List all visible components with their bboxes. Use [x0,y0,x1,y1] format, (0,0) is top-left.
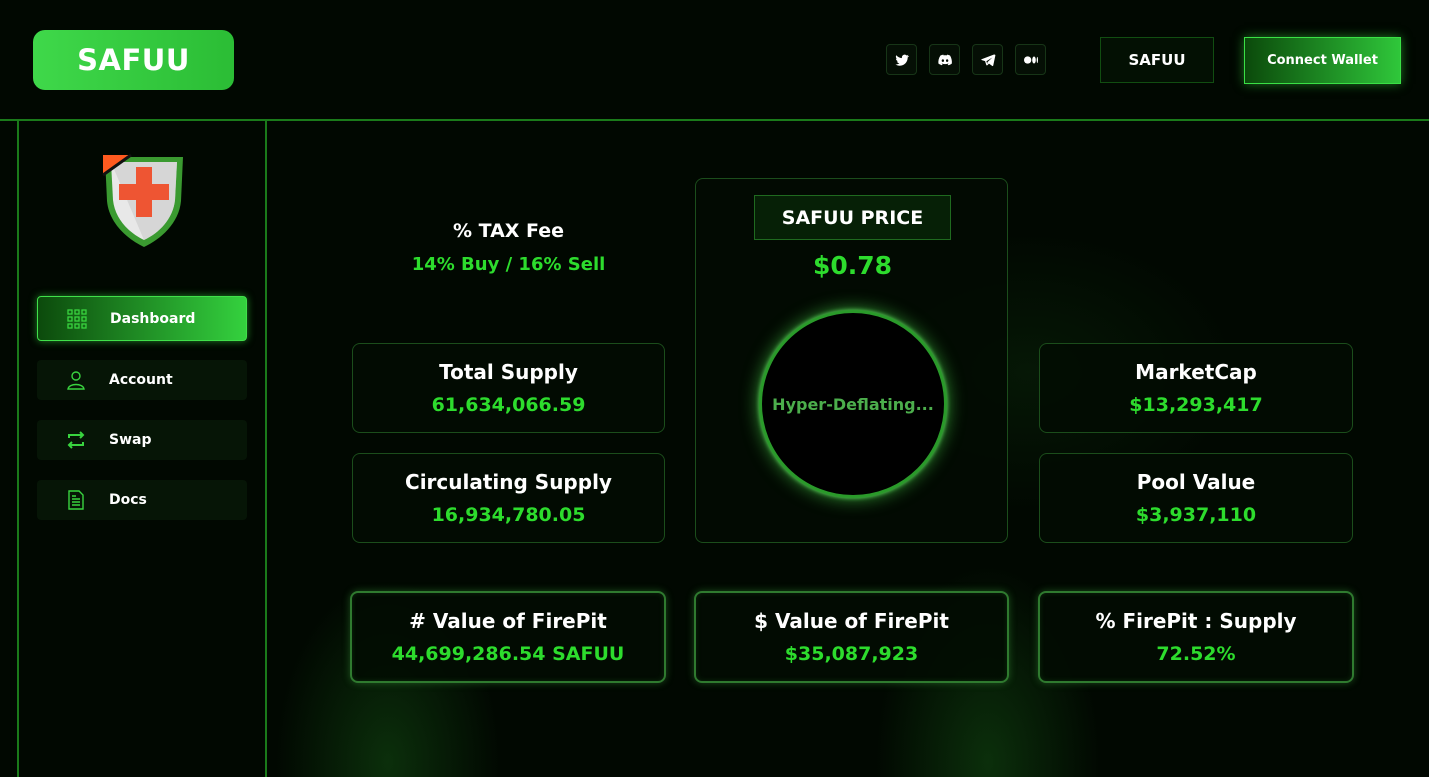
sidebar-item-account[interactable]: Account [37,360,247,400]
pool-value-card: Pool Value $3,937,110 [1039,453,1353,543]
discord-icon[interactable] [929,44,960,75]
firepit-count-card: # Value of FirePit 44,699,286.54 SAFUU [350,591,666,683]
firepit-usd-value: $35,087,923 [784,643,919,665]
firepit-usd-label: $ Value of FirePit [754,609,949,633]
tax-fee-value: 14% Buy / 16% Sell [411,254,606,275]
firepit-count-value: 44,699,286.54 SAFUU [391,643,625,665]
twitter-icon[interactable] [886,44,917,75]
sidebar-item-label: Swap [109,432,152,448]
swap-icon [65,429,87,451]
total-supply-label: Total Supply [439,360,578,384]
sidebar-item-docs[interactable]: Docs [37,480,247,520]
sidebar-item-label: Docs [109,492,147,508]
sidebar-item-label: Dashboard [110,310,196,327]
user-icon [65,369,87,391]
top-header: SAFUU SAFUU Connect Wallet [0,0,1429,121]
token-button[interactable]: SAFUU [1100,37,1214,83]
firepit-ratio-value: 72.52% [1156,643,1236,665]
firepit-usd-card: $ Value of FirePit $35,087,923 [694,591,1009,683]
circulating-supply-label: Circulating Supply [405,470,612,494]
shield-logo-icon [102,153,183,247]
circulating-supply-card: Circulating Supply 16,934,780.05 [352,453,665,543]
marketcap-label: MarketCap [1135,360,1257,384]
price-panel: SAFUU PRICE $0.78 Hyper-Deflating... [695,178,1008,543]
deflation-status-circle: Hyper-Deflating... [759,310,947,498]
firepit-count-label: # Value of FirePit [409,609,607,633]
sidebar-item-dashboard[interactable]: Dashboard [37,296,247,341]
telegram-icon[interactable] [972,44,1003,75]
sidebar: Dashboard Account Swap Docs [17,121,267,777]
sidebar-item-swap[interactable]: Swap [37,420,247,460]
firepit-ratio-label: % FirePit : Supply [1095,609,1297,633]
price-value: $0.78 [812,251,893,280]
grid-icon [66,308,88,330]
pool-value-value: $3,937,110 [1135,504,1257,526]
firepit-ratio-card: % FirePit : Supply 72.52% [1038,591,1354,683]
tax-fee-stat: % TAX Fee 14% Buy / 16% Sell [352,220,665,275]
medium-icon[interactable] [1015,44,1046,75]
marketcap-card: MarketCap $13,293,417 [1039,343,1353,433]
logo-button[interactable]: SAFUU [33,30,234,90]
tax-fee-label: % TAX Fee [452,220,565,242]
circulating-supply-value: 16,934,780.05 [431,504,586,526]
connect-wallet-button[interactable]: Connect Wallet [1244,37,1401,84]
sidebar-item-label: Account [109,372,173,388]
total-supply-card: Total Supply 61,634,066.59 [352,343,665,433]
marketcap-value: $13,293,417 [1129,394,1263,416]
pool-value-label: Pool Value [1136,470,1256,494]
price-title: SAFUU PRICE [754,195,951,240]
total-supply-value: 61,634,066.59 [431,394,586,416]
document-icon [65,489,87,511]
